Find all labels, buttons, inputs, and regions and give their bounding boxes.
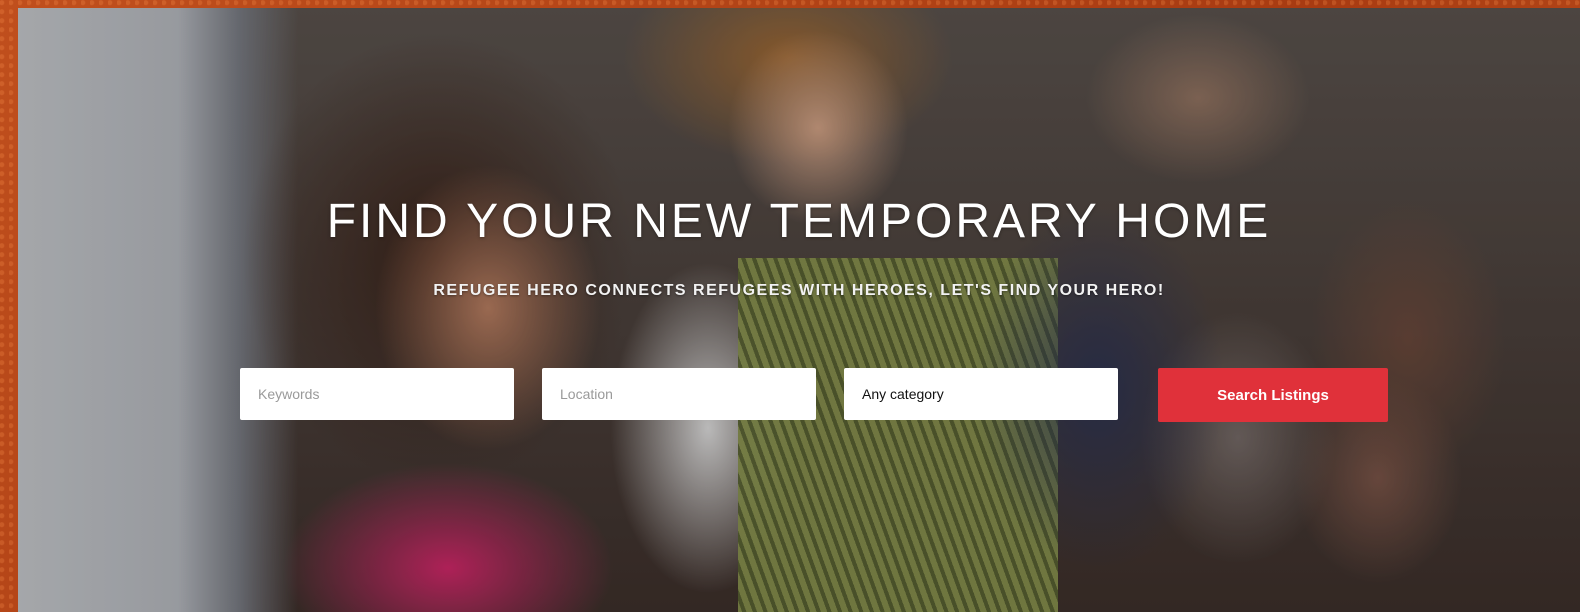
- hero-headline: FIND YOUR NEW TEMPORARY HOME: [326, 195, 1272, 248]
- location-input[interactable]: [542, 368, 816, 420]
- hero-section: FIND YOUR NEW TEMPORARY HOME REFUGEE HER…: [18, 8, 1580, 612]
- hero-overlay: [18, 8, 1580, 612]
- search-listings-button[interactable]: Search Listings: [1158, 368, 1388, 422]
- category-select-value: Any category: [862, 386, 944, 402]
- keywords-input[interactable]: [240, 368, 514, 420]
- hero-subheadline: REFUGEE HERO CONNECTS REFUGEES WITH HERO…: [433, 282, 1165, 299]
- page-frame: FIND YOUR NEW TEMPORARY HOME REFUGEE HER…: [0, 0, 1580, 612]
- category-select[interactable]: Any category: [844, 368, 1118, 420]
